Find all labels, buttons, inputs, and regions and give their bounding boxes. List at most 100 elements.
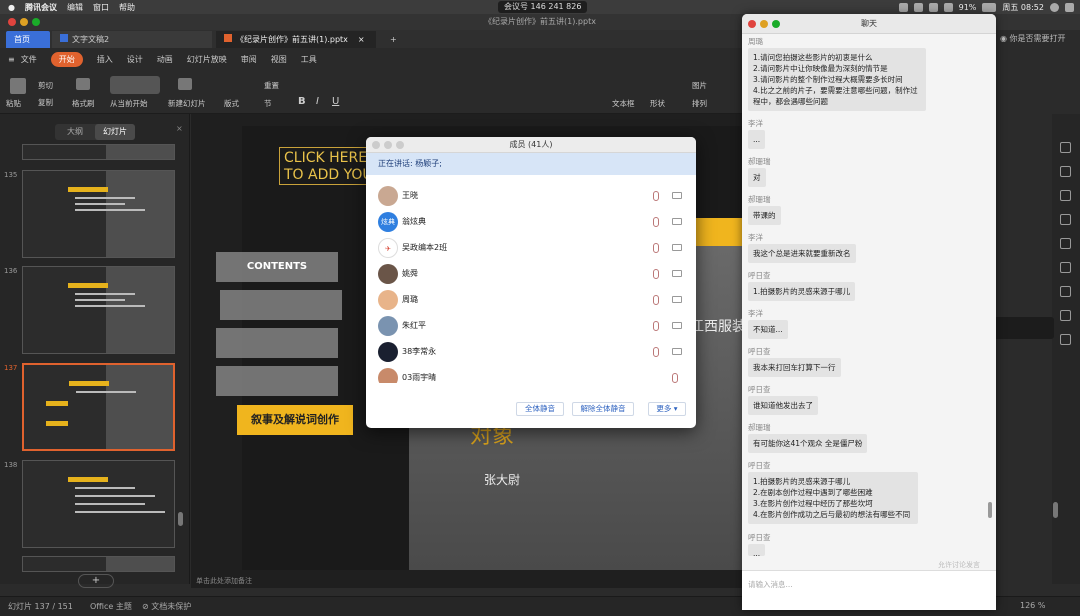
rail-animation-icon[interactable] (1060, 214, 1071, 225)
member-row[interactable]: 38李常永 (366, 339, 696, 365)
chat-scrollbar[interactable] (988, 502, 992, 518)
add-slide-button[interactable]: + (78, 574, 114, 588)
slide-thumbnail-138[interactable] (22, 460, 175, 548)
zoom-window-icon[interactable] (32, 18, 40, 26)
mic-muted-icon[interactable] (653, 321, 659, 331)
arrange-button[interactable]: 排列 (692, 98, 707, 109)
slide-thumbnail-139[interactable] (22, 556, 175, 572)
slide-thumbnail-134[interactable] (22, 144, 175, 160)
wechat-icon[interactable] (898, 2, 908, 12)
zoom-dialog-icon[interactable] (396, 141, 404, 149)
close-panel-icon[interactable]: × (176, 124, 183, 133)
chat-message[interactable]: 我这个总是进来就要重新改名 (748, 244, 856, 263)
narrative-title-box[interactable]: 叙事及解说词创作 (237, 405, 353, 435)
rail-settings-icon[interactable] (1060, 286, 1071, 297)
format-painter-button[interactable]: 格式刷 (72, 98, 95, 109)
tab-presentation[interactable]: 《纪录片创作》前五讲(1).pptx × (216, 31, 376, 48)
wps-icon[interactable] (913, 2, 923, 12)
reset-button[interactable]: 重置 (264, 80, 279, 91)
wifi-icon[interactable] (943, 2, 953, 12)
slide-placeholder-text[interactable]: CLICK HERE TO ADD YOUR (279, 147, 379, 185)
slide-author[interactable]: 张大尉 (484, 471, 520, 488)
editor-scrollbar[interactable] (1053, 502, 1058, 518)
close-tab-icon[interactable]: × (358, 35, 365, 44)
more-button[interactable]: 更多 ▾ (648, 402, 686, 416)
paste-icon[interactable] (10, 78, 26, 94)
camera-off-icon[interactable] (672, 348, 682, 355)
clock[interactable]: 周五 08:52 (1002, 2, 1044, 13)
minimize-window-icon[interactable] (20, 18, 28, 26)
chat-message[interactable]: 1.请问您拍摄这些影片的初衷是什么 2.请问影片中让你映像最为深刻的情节是 3.… (748, 48, 926, 111)
camera-off-icon[interactable] (672, 270, 682, 277)
ribbon-file[interactable]: 文件 (21, 54, 37, 65)
ribbon-tab-insert[interactable]: 插入 (97, 54, 113, 65)
underline-icon[interactable]: U (332, 96, 339, 107)
play-from-current-button[interactable]: 从当前开始 (110, 98, 148, 109)
italic-icon[interactable]: I (316, 96, 319, 107)
new-slide-button[interactable]: 新建幻灯片 (168, 98, 206, 109)
ribbon-tab-animation[interactable]: 动画 (157, 54, 173, 65)
mic-muted-icon[interactable] (653, 191, 659, 201)
member-row[interactable]: 03雨宇晴 (366, 365, 696, 383)
camera-off-icon[interactable] (672, 244, 682, 251)
slide-thumbnail-135[interactable] (22, 170, 175, 258)
minimize-dialog-icon[interactable] (384, 141, 392, 149)
mic-muted-icon[interactable] (653, 347, 659, 357)
section-button[interactable]: 节 (264, 98, 272, 109)
mic-muted-icon[interactable] (653, 295, 659, 305)
close-window-icon[interactable] (8, 18, 16, 26)
rail-style-icon[interactable] (1060, 190, 1071, 201)
menu-help[interactable]: 帮助 (119, 2, 135, 13)
menu-window[interactable]: 窗口 (93, 2, 109, 13)
play-icon[interactable] (110, 76, 160, 94)
camera-off-icon[interactable] (672, 296, 682, 303)
ribbon-tab-design[interactable]: 设计 (127, 54, 143, 65)
member-row[interactable]: 周璐 (366, 287, 696, 313)
new-slide-icon[interactable] (178, 78, 192, 90)
grey-box-4[interactable] (216, 366, 338, 396)
apple-icon[interactable]: ● (8, 3, 15, 12)
rail-shape-icon[interactable] (1060, 166, 1071, 177)
chat-message[interactable]: 带课的 (748, 206, 781, 225)
tab-home[interactable]: 首页 (6, 31, 50, 48)
ribbon-tab-review[interactable]: 审阅 (241, 54, 257, 65)
camera-off-icon[interactable] (672, 322, 682, 329)
menu-app-name[interactable]: 腾讯会议 (25, 2, 57, 13)
new-tab-button[interactable]: + (382, 31, 405, 48)
member-row[interactable]: 王晓 (366, 183, 696, 209)
sharing-label[interactable]: ◉ 你是否需要打开 (1000, 33, 1066, 44)
zoom-level[interactable]: 126 % (1020, 601, 1045, 610)
tab-text-doc[interactable]: 文字文稿2 (52, 31, 212, 48)
grey-box-3[interactable] (216, 328, 338, 358)
paste-button[interactable]: 粘贴 (6, 98, 21, 109)
panel-scrollbar[interactable] (178, 512, 183, 526)
mic-muted-icon[interactable] (672, 373, 678, 383)
cut-button[interactable]: 剪切 (38, 80, 53, 91)
camera-off-icon[interactable] (672, 192, 682, 199)
mute-all-button[interactable]: 全体静音 (516, 402, 564, 416)
chat-message[interactable]: 对 (748, 168, 766, 187)
meeting-id-badge[interactable]: 会议号 146 241 826 (498, 1, 588, 13)
ribbon-tab-view[interactable]: 视图 (271, 54, 287, 65)
zoom-chat-icon[interactable] (772, 20, 780, 28)
bold-icon[interactable]: B (298, 96, 306, 107)
chat-message[interactable]: 我本来打回车打算下一行 (748, 358, 841, 377)
siri-icon[interactable] (1050, 2, 1059, 12)
mic-muted-icon[interactable] (653, 217, 659, 227)
camera-off-icon[interactable] (672, 218, 682, 225)
rail-cursor-icon[interactable] (1060, 142, 1071, 153)
member-row[interactable]: 炫典 翁炫典 (366, 209, 696, 235)
tab-outline[interactable]: 大纲 (55, 124, 95, 140)
member-row[interactable]: ✈ 吴政编本2班 (366, 235, 696, 261)
bluetooth-icon[interactable] (928, 2, 938, 12)
hamburger-icon[interactable]: ≡ (8, 55, 15, 64)
rail-media-icon[interactable] (1060, 334, 1071, 345)
chat-message[interactable]: 不知道... (748, 320, 788, 339)
slide-thumbnail-137-selected[interactable] (22, 363, 175, 451)
menu-edit[interactable]: 编辑 (67, 2, 83, 13)
rail-link-icon[interactable] (1060, 262, 1071, 273)
tab-slides[interactable]: 幻灯片 (95, 124, 135, 140)
rail-location-icon[interactable] (1060, 238, 1071, 249)
chat-message[interactable]: ... (748, 544, 766, 556)
chat-message[interactable]: ... (748, 130, 766, 149)
